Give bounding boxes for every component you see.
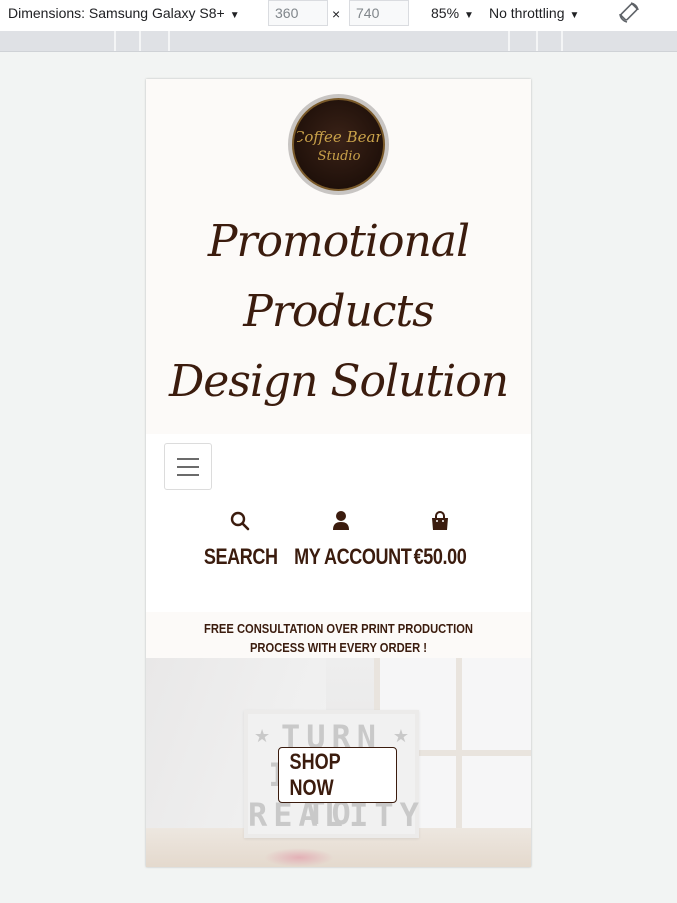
svg-text:Coffee Bean: Coffee Bean [297,128,381,146]
logo-lettering: Coffee Bean Studio [297,128,381,164]
rotate-icon[interactable] [617,1,641,25]
device-dimensions-label: Dimensions: Samsung Galaxy S8+ [8,5,225,21]
zoom-dropdown[interactable]: 85% ▼ [431,5,474,21]
nav-search-label: SEARCH [203,544,278,569]
shop-now-button[interactable]: SHOP NOW [278,747,397,803]
user-icon [332,511,349,530]
nav-search[interactable]: SEARCH [196,510,284,570]
chevron-down-icon: ▼ [464,10,474,21]
chevron-down-icon: ▼ [229,10,240,21]
site-header: Coffee Bean Studio Promotional Products … [146,79,531,434]
throttling-label: No throttling [489,5,565,21]
throttling-dropdown[interactable]: No throttling ▼ [489,5,579,21]
logo-badge: Coffee Bean Studio [292,98,385,191]
media-query-ruler [0,31,677,52]
promo-text: FREE CONSULTATION OVER PRINT PRODUCTION … [204,621,473,655]
nav-cart[interactable]: €50.00 [400,510,480,570]
zoom-label: 85% [431,5,460,21]
shopping-bag-icon [432,511,448,530]
site-logo[interactable]: Coffee Bean Studio [288,94,389,195]
nav-my-account[interactable]: MY ACCOUNT [284,510,412,570]
device-dimensions-dropdown[interactable]: Dimensions: Samsung Galaxy S8+ ▼ [8,5,240,21]
shop-now-label: SHOP NOW [289,749,341,800]
device-toolbar: Dimensions: Samsung Galaxy S8+ ▼ × 85% ▼ N… [0,0,677,31]
menu-toggle-button[interactable] [164,443,212,490]
hamburger-icon [177,457,199,460]
search-icon [230,511,250,531]
cart-total: €50.00 [413,544,467,569]
mobile-viewport: Coffee Bean Studio Promotional Products … [146,79,531,867]
svg-text:Studio: Studio [317,149,360,164]
promo-banner: FREE CONSULTATION OVER PRINT PRODUCTION … [146,612,531,658]
device-width-input[interactable] [268,0,328,26]
hero-banner: ★ ★ TURN IDEAS TO REALITY SHOP NOW [146,658,531,867]
nav-account-label: MY ACCOUNT [294,544,412,569]
chevron-down-icon: ▼ [569,10,580,21]
device-height-input[interactable] [349,0,409,26]
site-title[interactable]: Promotional Products Design Solution [166,207,511,417]
times-sign: × [332,6,341,22]
